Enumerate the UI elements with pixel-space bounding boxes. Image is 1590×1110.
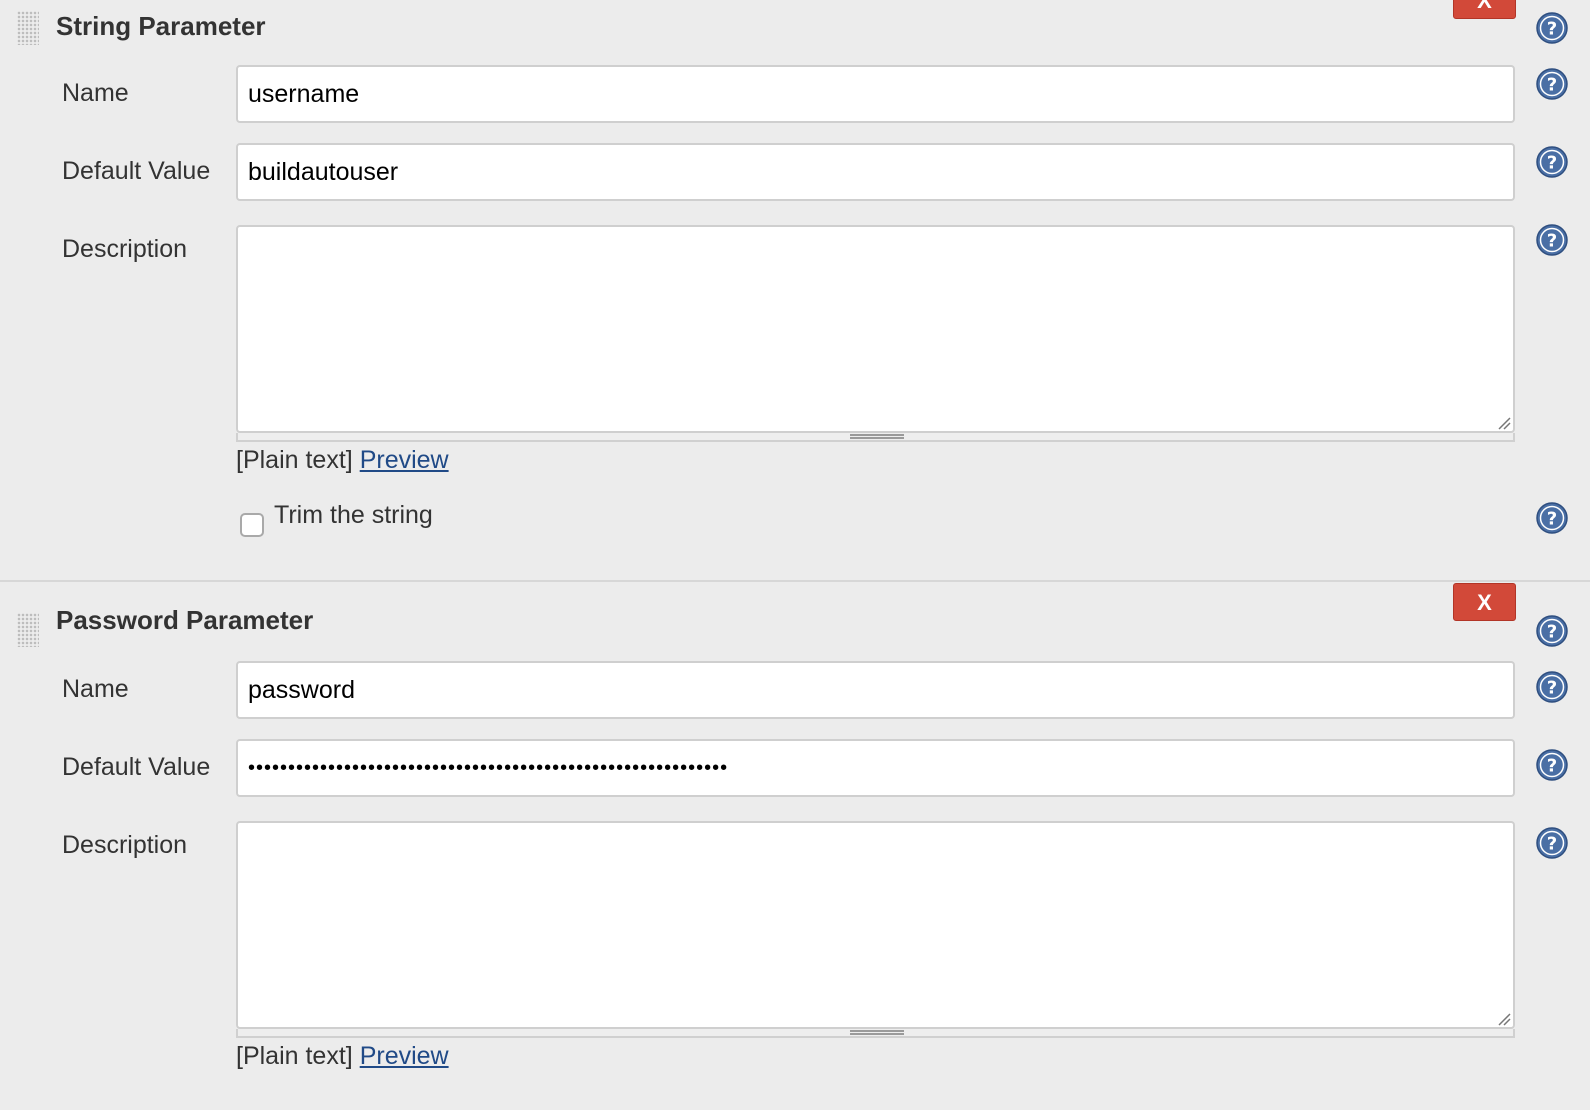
trim-string-label[interactable]: Trim the string	[274, 501, 433, 530]
default-value-field[interactable]	[236, 143, 1515, 201]
name-field[interactable]	[236, 65, 1515, 123]
name-field[interactable]	[236, 661, 1515, 719]
string-parameter-section: String Parameter X ? Name ? Default Valu…	[0, 0, 1590, 582]
trim-string-checkbox[interactable]	[240, 513, 264, 537]
resize-handle-icon[interactable]	[850, 434, 904, 439]
svg-text:?: ?	[1547, 756, 1557, 777]
svg-text:?: ?	[1547, 678, 1557, 699]
preview-link[interactable]: Preview	[360, 446, 449, 474]
help-icon[interactable]: ?	[1536, 671, 1568, 703]
drag-handle-icon[interactable]	[17, 613, 39, 647]
resize-handle-icon[interactable]	[850, 1030, 904, 1035]
preview-link[interactable]: Preview	[360, 1042, 449, 1070]
svg-text:?: ?	[1547, 75, 1557, 96]
description-textarea[interactable]	[236, 225, 1515, 433]
markup-format-line: [Plain text] Preview	[236, 446, 449, 475]
textarea-resize-bar[interactable]	[236, 1029, 1515, 1038]
string-parameter-title: String Parameter	[56, 11, 266, 41]
markup-format-label: [Plain text]	[236, 1042, 353, 1070]
help-icon[interactable]: ?	[1536, 615, 1568, 647]
help-icon[interactable]: ?	[1536, 146, 1568, 178]
default-password-field[interactable]	[236, 739, 1515, 797]
name-label: Name	[62, 79, 129, 107]
svg-text:?: ?	[1547, 622, 1557, 643]
svg-text:?: ?	[1547, 509, 1557, 530]
help-icon[interactable]: ?	[1536, 749, 1568, 781]
password-parameter-title: Password Parameter	[56, 605, 314, 635]
help-icon[interactable]: ?	[1536, 502, 1568, 534]
svg-text:?: ?	[1547, 231, 1557, 252]
name-label: Name	[62, 675, 129, 703]
description-label: Description	[62, 235, 188, 263]
svg-text:?: ?	[1547, 19, 1557, 40]
help-icon[interactable]: ?	[1536, 224, 1568, 256]
svg-text:?: ?	[1547, 834, 1557, 855]
description-textarea[interactable]	[236, 821, 1515, 1029]
default-value-label: Default Value	[62, 157, 211, 185]
description-label: Description	[62, 831, 188, 859]
svg-text:?: ?	[1547, 153, 1557, 174]
drag-handle-icon[interactable]	[17, 11, 39, 45]
delete-password-parameter-button[interactable]: X	[1453, 583, 1516, 621]
help-icon[interactable]: ?	[1536, 68, 1568, 100]
help-icon[interactable]: ?	[1536, 12, 1568, 44]
delete-string-parameter-button[interactable]: X	[1453, 0, 1516, 19]
markup-format-label: [Plain text]	[236, 446, 353, 474]
resize-grip-icon[interactable]	[1497, 1012, 1511, 1026]
resize-grip-icon[interactable]	[1497, 416, 1511, 430]
markup-format-line: [Plain text] Preview	[236, 1042, 449, 1071]
default-value-label: Default Value	[62, 753, 211, 781]
password-parameter-section: Password Parameter X ? Name ? Default Va…	[0, 583, 1590, 1110]
textarea-resize-bar[interactable]	[236, 433, 1515, 442]
help-icon[interactable]: ?	[1536, 827, 1568, 859]
section-divider	[0, 580, 1590, 582]
